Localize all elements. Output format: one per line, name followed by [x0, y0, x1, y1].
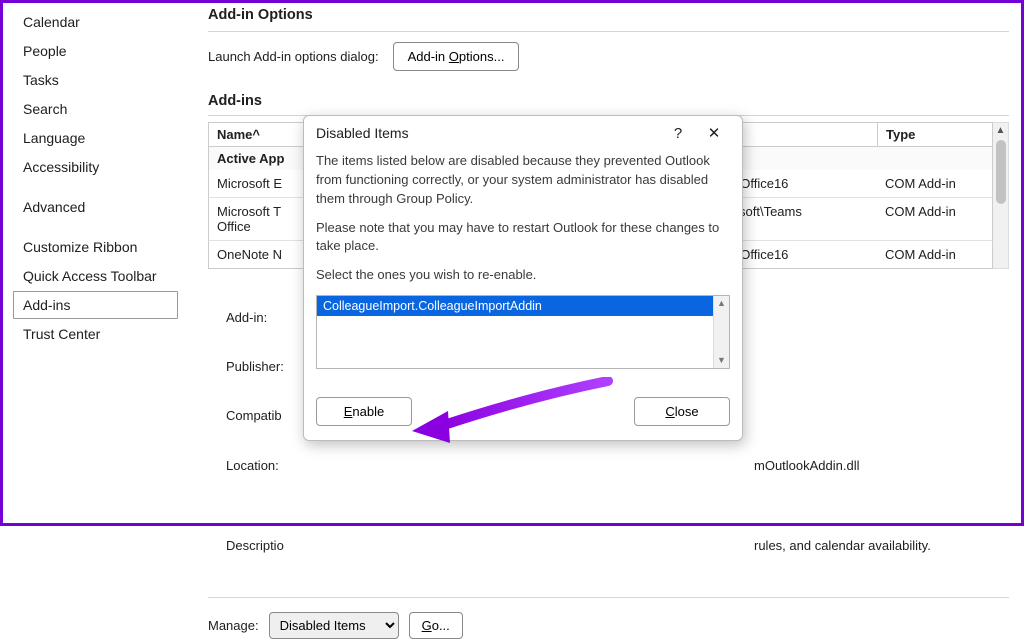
listbox-scrollbar[interactable]: ▲ ▼: [713, 296, 729, 368]
sidebar-item-calendar[interactable]: Calendar: [13, 8, 178, 36]
sidebar-item-language[interactable]: Language: [13, 124, 178, 152]
enable-button[interactable]: Enable Enable: [316, 397, 412, 426]
disabled-items-listbox[interactable]: ColleagueImport.ColleagueImportAddin ▲ ▼: [316, 295, 730, 369]
manage-select[interactable]: Disabled Items: [269, 612, 399, 639]
sidebar-item-people[interactable]: People: [13, 37, 178, 65]
manage-go-button[interactable]: Go... Go...: [409, 612, 463, 639]
table-scrollbar[interactable]: ▲: [993, 122, 1009, 269]
sidebar-item-advanced[interactable]: Advanced: [13, 193, 178, 221]
page-title: Add-in Options: [208, 7, 1009, 32]
col-type[interactable]: Type: [877, 123, 992, 146]
scroll-up-icon[interactable]: ▲: [714, 296, 729, 311]
details-description-value: rules, and calendar availability.: [754, 534, 931, 559]
sidebar-item-accessibility[interactable]: Accessibility: [13, 153, 178, 181]
scroll-thumb[interactable]: [996, 140, 1006, 204]
details-location-label: Location:: [226, 454, 318, 479]
disabled-items-dialog: Disabled Items ? ✕ The items listed belo…: [303, 115, 743, 441]
sidebar-item-tasks[interactable]: Tasks: [13, 66, 178, 94]
sidebar-item-qat[interactable]: Quick Access Toolbar: [13, 262, 178, 290]
dialog-text-1: The items listed below are disabled beca…: [316, 152, 730, 209]
sidebar-item-addins[interactable]: Add-ins: [13, 291, 178, 319]
scroll-up-icon[interactable]: ▲: [994, 123, 1008, 138]
addin-options-button[interactable]: Add-in Options... Add-in Options...: [393, 42, 520, 71]
dialog-title: Disabled Items: [316, 125, 660, 141]
help-button[interactable]: ?: [660, 125, 696, 142]
sidebar-item-customize-ribbon[interactable]: Customize Ribbon: [13, 233, 178, 261]
dialog-titlebar[interactable]: Disabled Items ? ✕: [304, 116, 742, 148]
close-icon[interactable]: ✕: [696, 124, 732, 142]
options-sidebar: Calendar People Tasks Search Language Ac…: [3, 3, 186, 523]
dialog-text-2: Please note that you may have to restart…: [316, 219, 730, 257]
sidebar-item-trust-center[interactable]: Trust Center: [13, 320, 178, 348]
dialog-text-3: Select the ones you wish to re-enable.: [316, 266, 730, 285]
sidebar-item-search[interactable]: Search: [13, 95, 178, 123]
addins-section-title: Add-ins: [208, 93, 1009, 116]
close-button[interactable]: Close Close: [634, 397, 730, 426]
launch-label: Launch Add-in options dialog:: [208, 49, 379, 64]
details-location-value: mOutlookAddin.dll: [754, 454, 860, 479]
manage-label: Manage:: [208, 618, 259, 633]
scroll-down-icon[interactable]: ▼: [714, 353, 729, 368]
details-description-label: Descriptio: [226, 534, 318, 559]
list-item[interactable]: ColleagueImport.ColleagueImportAddin: [317, 296, 713, 316]
